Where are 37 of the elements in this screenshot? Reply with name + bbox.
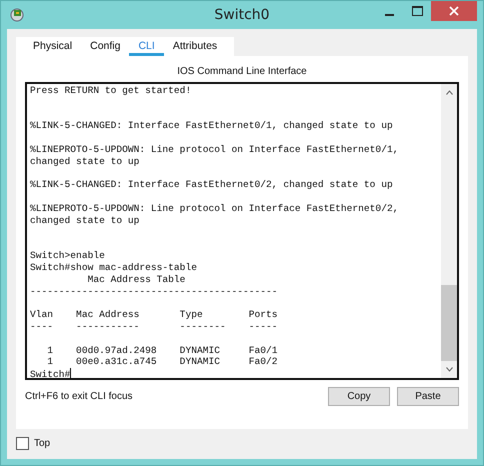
scroll-up-icon[interactable] [446,90,452,95]
terminal-line: ---- ----------- -------- ----- [30,320,279,333]
terminal-line: changed state to up [30,214,140,227]
terminal-line: ------------------------------------------- [30,286,279,298]
prompt-text: Switch# [30,369,70,378]
scroll-thumb[interactable] [441,285,457,361]
terminal-line: 1 00d0.97ad.2498 DYNAMIC Fa0/1 [46,344,279,356]
action-button[interactable]: Paste [397,387,459,406]
tab[interactable]: Physical [24,37,82,56]
checkbox[interactable] [16,437,29,450]
terminal-line: Mac Address Table [86,274,186,286]
terminal-line: Press RETURN to get started! [30,85,192,97]
maximize-icon [412,6,422,16]
panel-title: IOS Command Line Interface [176,66,308,77]
text-cursor [70,368,72,378]
terminal-line: %LINK-5-CHANGED: Interface FastEthernet0/1, changed state to up [30,120,394,132]
minimize-icon [384,14,394,16]
terminal-line: changed state to up [30,156,140,168]
tab[interactable]: Config [81,37,130,56]
scrollbar[interactable] [441,84,457,378]
tab[interactable]: Attributes [164,37,226,56]
app-icon [9,7,25,23]
close-button[interactable] [431,1,477,21]
scroll-down-icon[interactable] [446,367,452,372]
window-title: Switch0 [214,7,270,23]
close-icon [449,6,459,16]
action-button[interactable]: Copy [328,387,390,406]
terminal-line: %LINK-5-CHANGED: Interface FastEthernet0/2, changed state to up [30,179,394,192]
terminal[interactable] [25,82,459,380]
hint-text: Ctrl+F6 to exit CLI focus [25,391,133,402]
terminal-line: %LINEPROTO-5-UPDOWN: Line protocol on Interface FastEthernet0/2, [30,202,400,215]
checkbox-label: Top [34,438,50,449]
terminal-line: %LINEPROTO-5-UPDOWN: Line protocol on Interface FastEthernet0/1, [30,144,400,156]
terminal-line: Vlan Mac Address Type Ports [30,309,279,321]
terminal-line: Switch#show mac-address-table [30,262,198,274]
terminal-line: Switch>enable [30,250,106,262]
terminal-line: 1 00e0.a31c.a745 DYNAMIC Fa0/2 [46,356,279,368]
